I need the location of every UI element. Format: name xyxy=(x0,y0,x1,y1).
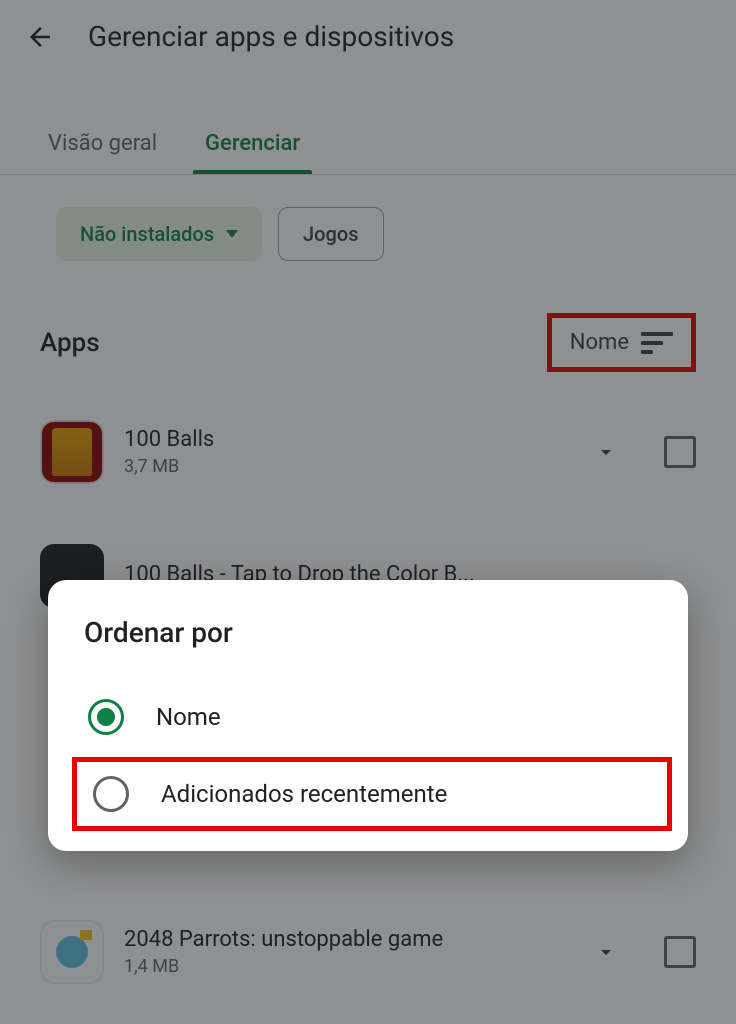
radio-label: Nome xyxy=(156,703,221,731)
radio-selected[interactable] xyxy=(88,699,124,735)
radio-label: Adicionados recentemente xyxy=(161,780,447,808)
dialog-title: Ordenar por xyxy=(80,616,664,649)
radio-unselected[interactable] xyxy=(93,776,129,812)
sort-option-name[interactable]: Nome xyxy=(80,681,664,753)
modal-overlay[interactable] xyxy=(0,0,736,1024)
sort-dialog: Ordenar por Nome Adicionados recentement… xyxy=(48,580,688,851)
sort-option-recent[interactable]: Adicionados recentemente xyxy=(72,757,672,831)
